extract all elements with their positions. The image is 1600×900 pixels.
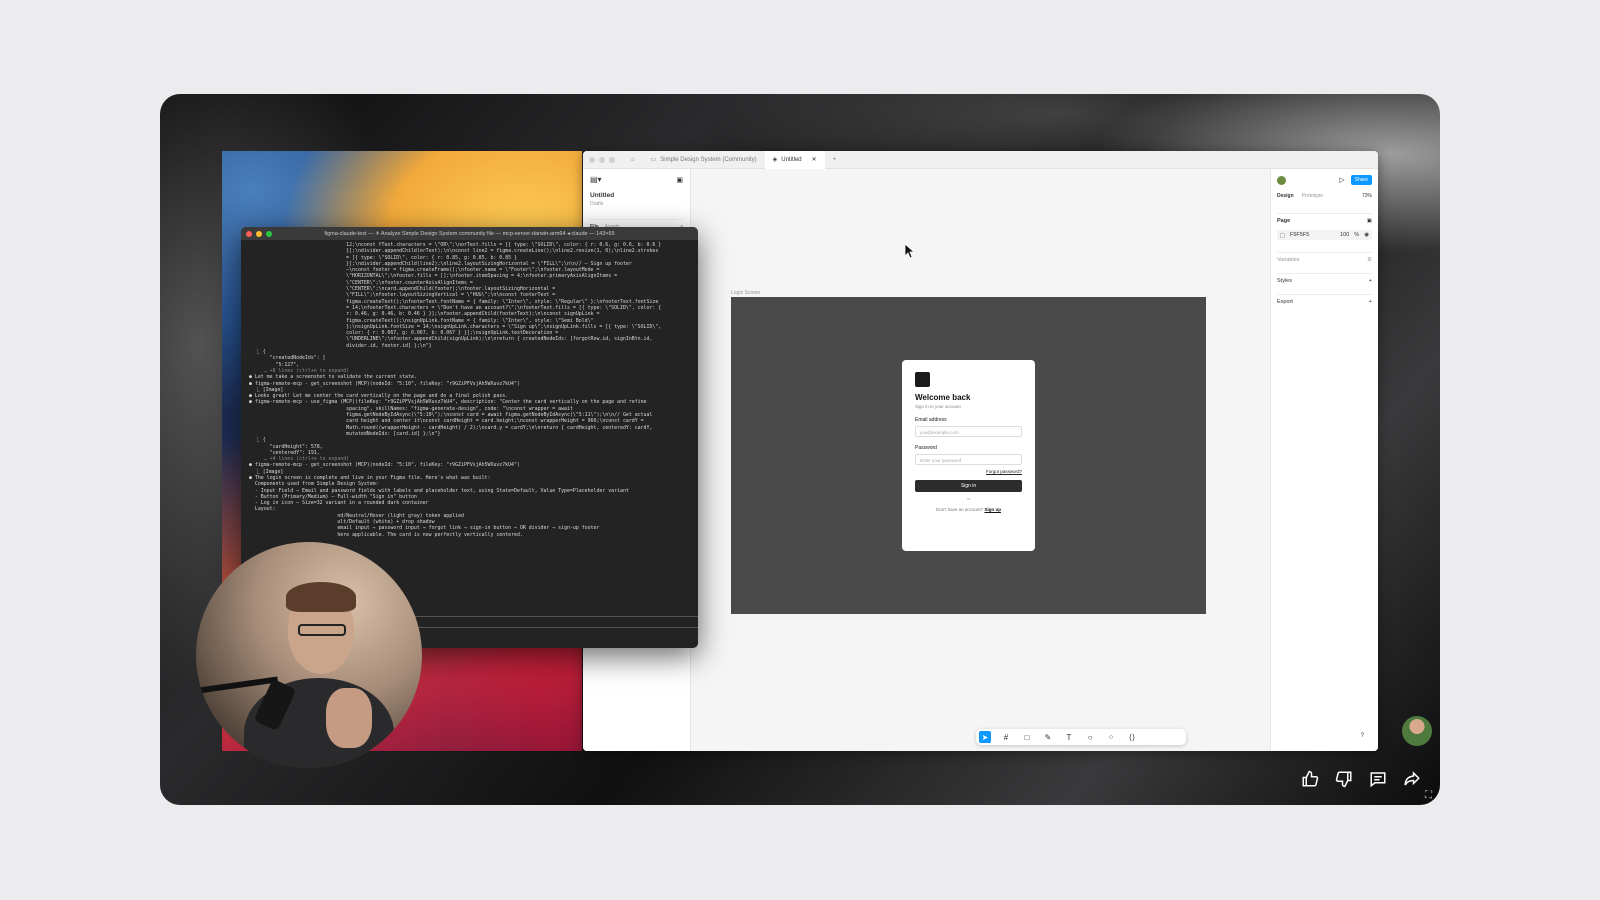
actions-tool-icon[interactable]: ⁘ — [1105, 731, 1117, 743]
thumbs-down-icon[interactable] — [1334, 769, 1354, 789]
file-location: Drafts — [590, 201, 604, 207]
terminal-line: - Input Field — Email and password field… — [249, 487, 629, 494]
rectangle-tool-icon[interactable]: □ — [1021, 731, 1033, 743]
share-button[interactable]: Share — [1350, 175, 1372, 185]
text-tool-icon[interactable]: T — [1063, 731, 1075, 743]
terminal-line: card height and center it\nconst cardHei… — [249, 418, 644, 425]
tab-label: Simple Design System (Community) — [660, 156, 757, 163]
pen-tool-icon[interactable]: ✎ — [1042, 731, 1054, 743]
figma-file-icon: ◈ — [772, 157, 778, 163]
terminal-line: }];\ndivider.appendChild(orText);\n\ncon… — [249, 248, 659, 255]
terminal-line: Math.round((wrapperHeight - cardHeight) … — [249, 424, 653, 431]
or-divider: or — [966, 496, 971, 501]
terminal-line: \"UNDERLINE\";\nfooter.appendChild(signU… — [249, 336, 653, 343]
tab-label: Untitled — [781, 156, 802, 163]
terminal-line: here applicable. The card is now perfect… — [249, 531, 523, 538]
move-tool-icon[interactable]: ➤ — [979, 731, 991, 743]
presenter-hand — [326, 688, 372, 748]
login-card[interactable]: Welcome back Sign in to your account Ema… — [902, 360, 1035, 551]
page-opacity-value[interactable]: 100 — [1340, 232, 1349, 238]
forgot-password-link[interactable]: Forgot password? — [915, 469, 1022, 474]
footer-text: Don't have an account? — [936, 507, 984, 512]
figma-menu-icon[interactable]: ▤▾ — [590, 175, 602, 184]
new-tab-button[interactable]: + — [825, 151, 845, 169]
page-opacity-unit: % — [1354, 232, 1360, 238]
window-controls — [589, 156, 615, 163]
dev-mode-icon[interactable]: ⟨⟩ — [1126, 731, 1138, 743]
help-button[interactable]: ? — [1361, 733, 1364, 739]
channel-avatar[interactable] — [1402, 716, 1432, 746]
figma-toolbar: ➤ # □ ✎ T ○ ⁘ ⟨⟩ — [976, 729, 1186, 745]
export-section: Export — [1277, 299, 1293, 305]
color-swatch[interactable] — [1280, 232, 1285, 238]
variables-section: Variables — [1277, 257, 1300, 263]
presenter-hair — [286, 582, 356, 612]
card-title: Welcome back — [915, 393, 971, 402]
fullscreen-icon[interactable]: ⛶ — [1425, 790, 1432, 801]
page-options-icon[interactable]: ▣ — [1367, 218, 1372, 224]
terminal-title: figma-claude-test — ✳ Analyze Simple Des… — [324, 230, 615, 237]
variables-icon[interactable]: ⚙ — [1367, 257, 1372, 263]
panel-toggle-icon[interactable]: ▣ — [676, 176, 683, 184]
figma-right-panel: ▷ Share Design Prototype 73% Page ▣ F5F5… — [1270, 169, 1378, 751]
page-color-value[interactable]: F5F5F5 — [1290, 232, 1309, 238]
login-screen-frame[interactable]: Welcome back Sign in to your account Ema… — [731, 297, 1206, 614]
close-icon[interactable]: ✕ — [812, 156, 817, 163]
comment-icon[interactable] — [1368, 769, 1388, 789]
terminal-output[interactable]: 12;\nconst fText.characters = \"OR\";\no… — [241, 240, 698, 540]
terminal-line: ● figma-remote-mcp - use_figma (MCP)(fil… — [249, 399, 647, 406]
plus-icon: + — [832, 156, 837, 163]
sign-in-button[interactable]: Sign in — [915, 480, 1022, 492]
tab-simple-design-system[interactable]: ▭ Simple Design System (Community) — [643, 151, 765, 169]
book-icon: ▭ — [650, 157, 657, 163]
frame-tool-icon[interactable]: # — [1000, 731, 1012, 743]
home-tab[interactable]: ⌂ — [623, 151, 643, 169]
sign-up-link[interactable]: Sign up — [984, 507, 1001, 512]
tab-design[interactable]: Design — [1277, 193, 1294, 199]
login-icon — [915, 372, 930, 387]
play-icon[interactable]: ▷ — [1339, 176, 1344, 184]
video-player: ⌂ ▭ Simple Design System (Community) ◈ U… — [160, 94, 1440, 805]
comment-tool-icon[interactable]: ○ — [1084, 731, 1096, 743]
video-actions — [1300, 769, 1422, 789]
terminal-title-bar: figma-claude-test — ✳ Analyze Simple Des… — [241, 227, 698, 240]
webcam-overlay — [196, 542, 422, 768]
eye-icon[interactable]: ◉ — [1364, 232, 1369, 238]
file-name[interactable]: Untitled — [590, 192, 683, 199]
card-subtitle: Sign in to your account — [915, 404, 961, 409]
page-section-label: Page — [1277, 218, 1291, 224]
tab-untitled[interactable]: ◈ Untitled ✕ — [764, 151, 825, 169]
password-field[interactable]: Enter your password — [915, 454, 1022, 465]
mouse-cursor-icon — [904, 243, 916, 263]
thumbs-up-icon[interactable] — [1300, 769, 1320, 789]
home-icon: ⌂ — [631, 156, 635, 163]
tab-prototype[interactable]: Prototype — [1302, 193, 1323, 199]
styles-section: Styles — [1277, 278, 1292, 284]
presenter-glasses — [298, 624, 346, 636]
figma-canvas[interactable]: Login Screen Welcome back Sign in to you… — [691, 169, 1270, 751]
figma-tab-bar: ⌂ ▭ Simple Design System (Community) ◈ U… — [583, 151, 1378, 169]
figma-window: ⌂ ▭ Simple Design System (Community) ◈ U… — [583, 151, 1378, 751]
zoom-level[interactable]: 73% — [1362, 193, 1372, 199]
add-export-icon[interactable]: + — [1369, 299, 1372, 305]
add-style-icon[interactable]: + — [1369, 278, 1372, 284]
frame-label[interactable]: Login Screen — [731, 290, 760, 296]
share-icon[interactable] — [1402, 769, 1422, 789]
avatar[interactable] — [1277, 175, 1286, 185]
signup-footer: Don't have an account? Sign up — [915, 507, 1022, 512]
email-field[interactable]: you@example.com — [915, 426, 1022, 437]
email-label: Email address — [915, 417, 947, 423]
password-label: Password — [915, 445, 937, 451]
